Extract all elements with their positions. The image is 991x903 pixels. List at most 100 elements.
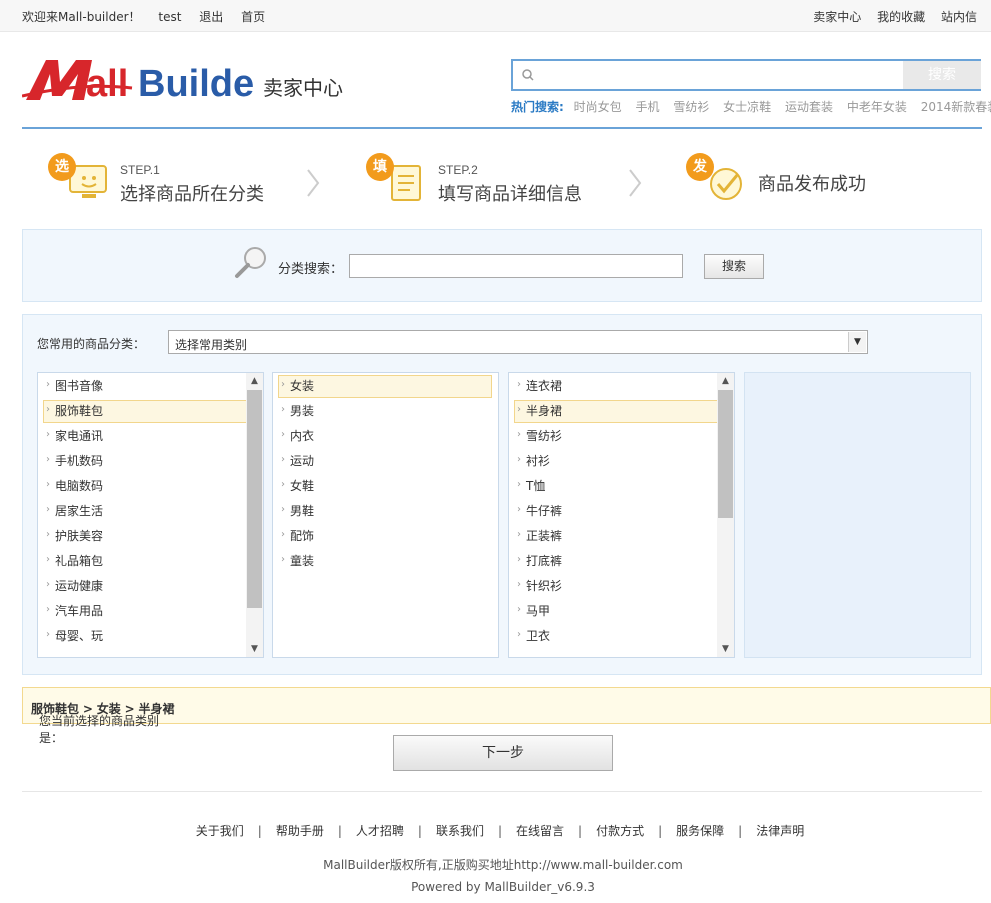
- category-item[interactable]: 护肤美容: [43, 524, 257, 548]
- step-label: 商品发布成功: [758, 174, 866, 195]
- hot-label: 热门搜索:: [511, 100, 564, 114]
- category-item-selected[interactable]: 女装: [278, 374, 492, 398]
- user-link[interactable]: test: [158, 10, 181, 24]
- category-item[interactable]: 内衣: [278, 424, 492, 448]
- hot-word[interactable]: 手机: [635, 100, 659, 114]
- scroll-down-icon[interactable]: ▼: [246, 641, 263, 657]
- scrollbar[interactable]: ▲ ▼: [717, 373, 734, 657]
- copyright-text: MallBuilder版权所有,正版购买地址http://www.mall-bu…: [323, 858, 683, 872]
- seller-center-link[interactable]: 卖家中心: [813, 10, 861, 24]
- footer-link[interactable]: 帮助手册: [276, 824, 324, 838]
- category-search-panel: 分类搜索： 搜索: [22, 229, 982, 302]
- step-badge: 填: [366, 153, 394, 181]
- scroll-down-icon[interactable]: ▼: [717, 641, 734, 657]
- footer-link[interactable]: 服务保障: [676, 824, 724, 838]
- category-item[interactable]: 马甲: [514, 599, 728, 623]
- footer-link[interactable]: 联系我们: [436, 824, 484, 838]
- category-column-2: 女装 男装 内衣 运动 女鞋 男鞋 配饰 童装: [272, 372, 499, 658]
- category-item[interactable]: 运动健康: [43, 574, 257, 598]
- category-item[interactable]: 配饰: [278, 524, 492, 548]
- header-divider: [22, 127, 982, 129]
- common-category-value: 选择常用类别: [175, 338, 248, 352]
- category-item[interactable]: 图书音像: [43, 374, 257, 398]
- hot-word[interactable]: 女士凉鞋: [723, 100, 771, 114]
- category-item[interactable]: 童装: [278, 549, 492, 573]
- step-label: 填写商品详细信息: [438, 184, 582, 205]
- scrollbar[interactable]: ▲ ▼: [246, 373, 263, 657]
- header-search-button[interactable]: 搜索: [903, 61, 981, 89]
- category-item-selected[interactable]: 服饰鞋包: [43, 399, 257, 423]
- favorites-link[interactable]: 我的收藏: [877, 10, 925, 24]
- top-bar: 欢迎来Mall-builder！ test 退出 首页 卖家中心 我的收藏 站内…: [0, 0, 991, 32]
- scroll-thumb[interactable]: [247, 390, 262, 608]
- step-number: STEP.1: [120, 163, 160, 177]
- seller-center-title: 卖家中心: [263, 76, 343, 100]
- logout-link[interactable]: 退出: [199, 10, 223, 24]
- category-item[interactable]: 针织衫: [514, 574, 728, 598]
- search-icon: [521, 68, 535, 85]
- footer-link[interactable]: 法律声明: [756, 824, 804, 838]
- hot-word[interactable]: 运动套装: [785, 100, 833, 114]
- scroll-up-icon[interactable]: ▲: [246, 373, 263, 389]
- svg-text:all: all: [86, 63, 128, 104]
- common-category-select[interactable]: 选择常用类别 ▼: [168, 330, 868, 354]
- category-item[interactable]: 男装: [278, 399, 492, 423]
- category-item[interactable]: 礼品箱包: [43, 549, 257, 573]
- hot-word[interactable]: 中老年女装: [847, 100, 907, 114]
- category-item[interactable]: 运动: [278, 449, 492, 473]
- category-item[interactable]: 汽车用品: [43, 599, 257, 623]
- header-search-input[interactable]: [541, 65, 901, 85]
- footer-separator: |: [738, 824, 743, 838]
- current-selection-bar: 您当前选择的商品类别是： 服饰鞋包 > 女装 > 半身裙: [22, 687, 991, 745]
- current-selection-label: 您当前选择的商品类别是：: [39, 714, 160, 745]
- hot-word[interactable]: 雪纺衫: [673, 100, 709, 114]
- category-search-input[interactable]: [349, 254, 683, 278]
- welcome-text: 欢迎来Mall-builder！: [22, 10, 141, 24]
- category-item[interactable]: 居家生活: [43, 499, 257, 523]
- category-item[interactable]: 连衣裙: [514, 374, 728, 398]
- home-link[interactable]: 首页: [241, 10, 265, 24]
- category-item[interactable]: 男鞋: [278, 499, 492, 523]
- hot-word[interactable]: 时尚女包: [574, 100, 622, 114]
- footer-separator: |: [578, 824, 583, 838]
- chevron-down-icon[interactable]: ▼: [848, 332, 866, 352]
- category-item[interactable]: 家电通讯: [43, 424, 257, 448]
- scroll-up-icon[interactable]: ▲: [717, 373, 734, 389]
- footer-separator: |: [658, 824, 663, 838]
- footer-link[interactable]: 关于我们: [196, 824, 244, 838]
- footer-separator: |: [497, 824, 503, 838]
- step-badge: 选: [48, 153, 76, 181]
- category-item[interactable]: 母婴、玩: [43, 624, 257, 648]
- step-number: STEP.2: [438, 163, 478, 177]
- category-item[interactable]: 女鞋: [278, 474, 492, 498]
- category-item[interactable]: 卫衣: [514, 624, 728, 648]
- hot-searches: 热门搜索: 时尚女包 手机 雪纺衫 女士凉鞋 运动套装 中老年女装 2014新款…: [511, 98, 991, 115]
- category-item[interactable]: 雪纺衫: [514, 424, 728, 448]
- category-search-label: 分类搜索：: [278, 262, 344, 277]
- magnifier-icon: [233, 244, 271, 285]
- common-category-label: 您常用的商品分类：: [37, 337, 146, 351]
- category-item[interactable]: 手机数码: [43, 449, 257, 473]
- category-item[interactable]: 牛仔裤: [514, 499, 728, 523]
- category-item[interactable]: T恤: [514, 474, 728, 498]
- category-item[interactable]: 打底裤: [514, 549, 728, 573]
- category-item[interactable]: 电脑数码: [43, 474, 257, 498]
- scroll-thumb[interactable]: [718, 390, 733, 518]
- footer-separator: |: [417, 824, 422, 838]
- category-item-selected[interactable]: 半身裙: [514, 399, 728, 423]
- footer-link[interactable]: 付款方式: [596, 824, 644, 838]
- hot-word[interactable]: 2014新款春装: [921, 100, 991, 114]
- category-picker-panel: 您常用的商品分类： 选择常用类别 ▼ 图书音像 服饰鞋包 家电通讯 手机数码 电…: [22, 314, 982, 675]
- footer-link[interactable]: 在线留言: [516, 824, 564, 838]
- footer-separator: |: [257, 824, 262, 838]
- footer-separator: |: [337, 824, 342, 838]
- footer-links: 关于我们 | 帮助手册 | 人才招聘 | 联系我们 | 在线留言 | 付款方式 | 服务保障 | 法律声明: [0, 822, 991, 839]
- next-step-button[interactable]: 下一步: [393, 735, 613, 771]
- chevron-right-icon: [307, 169, 320, 197]
- mallbuilder-logo[interactable]: all Builder: [21, 52, 269, 105]
- messages-link[interactable]: 站内信: [941, 10, 977, 24]
- category-search-button[interactable]: 搜索: [704, 254, 764, 279]
- category-item[interactable]: 正装裤: [514, 524, 728, 548]
- category-item[interactable]: 衬衫: [514, 449, 728, 473]
- footer-link[interactable]: 人才招聘: [356, 824, 404, 838]
